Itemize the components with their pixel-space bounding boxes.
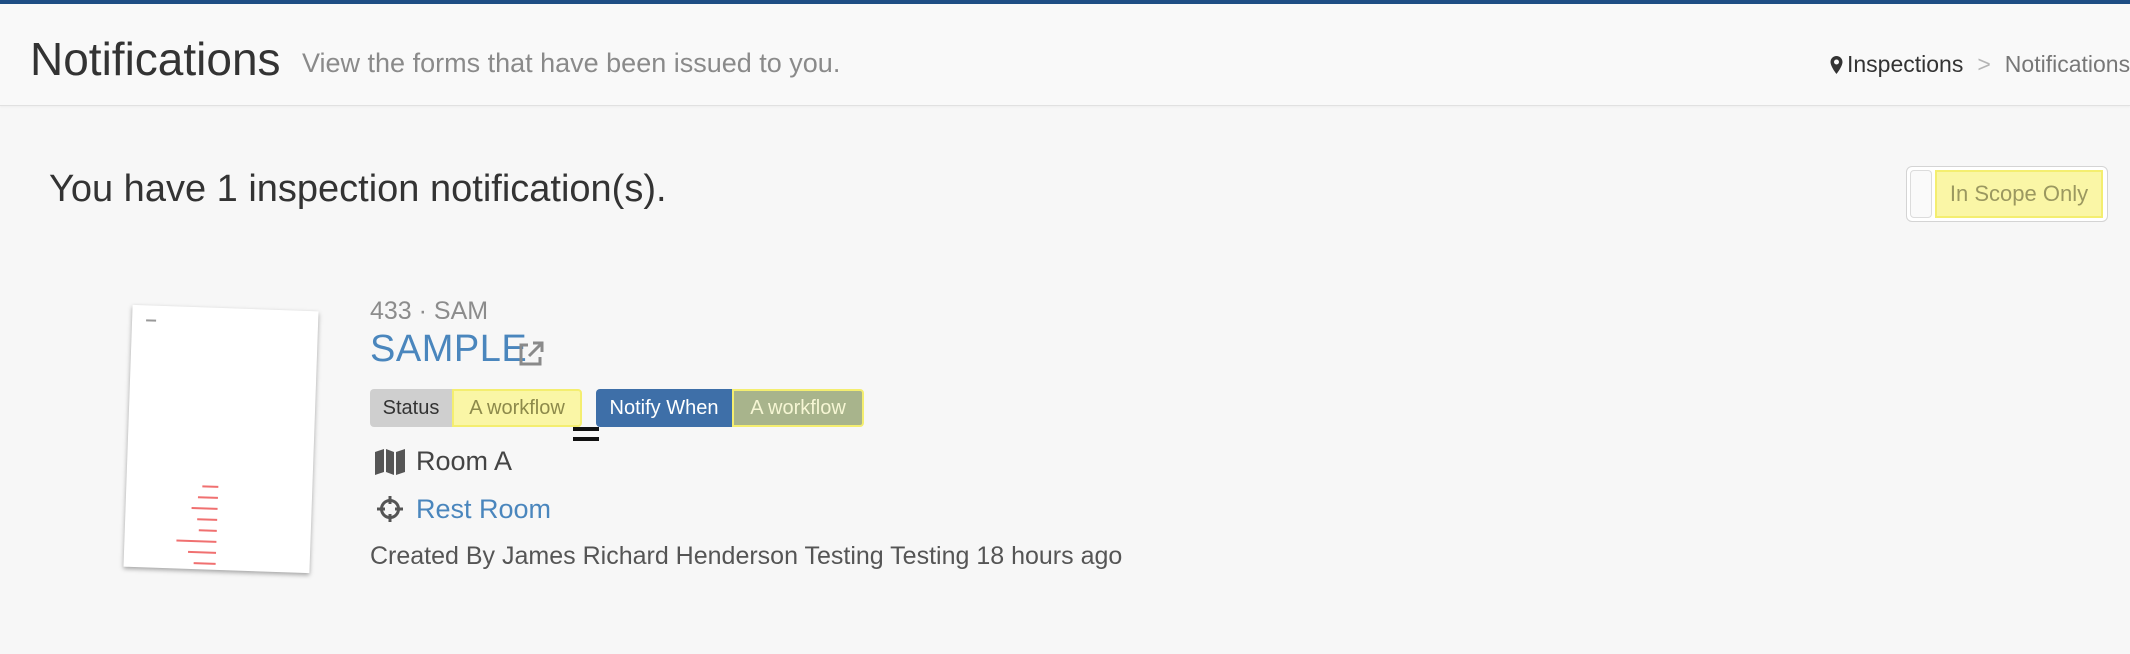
- created-by-text: Created By James Richard Henderson Testi…: [370, 542, 1123, 570]
- location-text: Room A: [416, 446, 513, 476]
- page-title: Notifications: [30, 33, 281, 85]
- page-header: Notifications View the forms that have b…: [0, 4, 2130, 106]
- status-badge-value: A workflow: [452, 389, 582, 427]
- toggle-label[interactable]: In Scope Only: [1935, 170, 2103, 218]
- breadcrumb-inspections-link[interactable]: Inspections: [1847, 51, 1963, 77]
- drag-handle-icon[interactable]: [573, 427, 599, 443]
- page-subtitle: View the forms that have been issued to …: [302, 48, 841, 78]
- form-code: 433 · SAM: [370, 297, 489, 325]
- form-thumbnail[interactable]: [123, 304, 319, 574]
- thumbnail-header-mark: [146, 319, 157, 322]
- external-link-icon[interactable]: [516, 339, 546, 369]
- breadcrumb-separator: >: [1977, 51, 1991, 77]
- notify-when-badge-value: A workflow: [732, 389, 864, 427]
- crosshairs-icon: [377, 496, 403, 522]
- notify-when-badge-label: Notify When: [596, 389, 732, 427]
- toggle-knob[interactable]: [1910, 170, 1932, 218]
- thumbnail-text-lines: [135, 483, 219, 574]
- breadcrumb: Inspections > Notifications: [1830, 51, 2130, 78]
- breadcrumb-current: Notifications: [2004, 51, 2130, 77]
- map-marker-icon: [1830, 56, 1843, 74]
- form-title-link[interactable]: SAMPLE: [370, 328, 527, 371]
- in-scope-only-toggle[interactable]: In Scope Only: [1906, 166, 2108, 222]
- room-link[interactable]: Rest Room: [416, 494, 551, 525]
- map-icon: [375, 449, 405, 475]
- notification-count-summary: You have 1 inspection notification(s).: [49, 168, 667, 210]
- status-badge-label: Status: [370, 389, 452, 427]
